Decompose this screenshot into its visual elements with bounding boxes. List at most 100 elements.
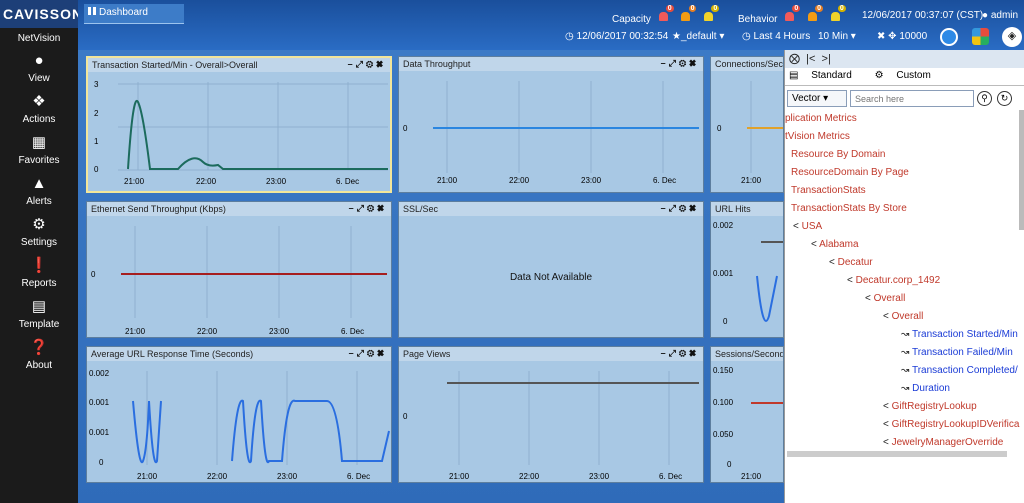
tab-custom[interactable]: ⚙ Custom	[875, 70, 941, 81]
panel-controls[interactable]: –⤢⚙✖	[661, 348, 699, 359]
tree-node[interactable]: TransactionStats	[785, 182, 1021, 200]
panel-title: Connections/Sec	[711, 57, 783, 71]
grid-icon: ▦	[31, 134, 47, 151]
gear-icon: ⚙	[874, 70, 887, 81]
capacity-minor-bell-icon[interactable]: 0	[703, 5, 720, 22]
panel-connections[interactable]: Connections/Sec 0 21:00	[710, 56, 784, 193]
tree-node[interactable]: TransactionStats By Store	[785, 200, 1021, 218]
x-tick: 6. Dec	[336, 177, 359, 186]
panel-data-throughput[interactable]: Data Throughput –⤢⚙✖ 0 21:00 22:00 23:00 …	[398, 56, 704, 193]
panel-page-views[interactable]: Page Views –⤢⚙✖ 0 21:00 22:00 23:00 6. De…	[398, 346, 704, 483]
tree-leaf[interactable]: ↝ Transaction Started/Min	[785, 326, 1021, 344]
panel-title: Sessions/Second	[711, 347, 783, 361]
tree-leaf[interactable]: ↝ Transaction Completed/	[785, 362, 1021, 380]
clock-display[interactable]: ◷ 12/06/2017 00:32:54	[565, 31, 668, 42]
capacity-major-bell-icon[interactable]: 0	[680, 5, 697, 22]
sidebar-item-settings[interactable]: ⚙ Settings	[0, 214, 78, 255]
tree-node[interactable]: < Overall	[785, 308, 1021, 326]
tree-node[interactable]: Resource By Domain	[785, 146, 1021, 164]
product-name: NetVision	[0, 28, 78, 50]
duration-selector[interactable]: ◷ Last 4 Hours	[742, 31, 810, 42]
panel-sessions[interactable]: Sessions/Second 0.150 0.100 0.050 0 21:0…	[710, 346, 784, 483]
tree-list: plication Metrics tVision Metrics Resour…	[785, 110, 1021, 495]
count-selector[interactable]: ✖ ✥ 10000	[877, 31, 927, 42]
tab-label: Dashboard	[99, 7, 148, 18]
panel-controls[interactable]: –⤢⚙✖	[661, 203, 699, 214]
connections-chart: 0 21:00	[717, 81, 783, 185]
panel-title: SSL/Sec –⤢⚙✖	[399, 202, 703, 216]
tree-node[interactable]: tVision Metrics	[785, 128, 1021, 146]
avg-url-response-chart: 0.002 0.001 0.001 0 21:00 22:00 23:00 6.…	[89, 369, 390, 481]
capacity-group[interactable]: Capacity 0 0 0	[612, 5, 720, 25]
sidebar-item-alerts[interactable]: ▲ Alerts	[0, 173, 78, 214]
panel-ssl[interactable]: SSL/Sec –⤢⚙✖ Data Not Available	[398, 201, 704, 338]
sidebar-item-reports[interactable]: ❗ Reports	[0, 255, 78, 296]
tree-leaf[interactable]: ↝ Duration	[785, 380, 1021, 398]
x-tick: 6. Dec	[659, 472, 682, 481]
puzzle-icon: ❖	[32, 93, 46, 110]
tree-node[interactable]: plication Metrics	[785, 110, 1021, 128]
tree-node[interactable]: < JewelryManagerOverride	[785, 434, 1021, 452]
tree-leaf[interactable]: ↝ Transaction Failed/Min	[785, 344, 1021, 362]
layers-icon[interactable]: ◈	[1002, 27, 1022, 47]
x-tick: 21:00	[125, 327, 146, 336]
widgets-icon[interactable]	[972, 28, 989, 45]
close-icon[interactable]: ⨂	[789, 53, 800, 65]
user-menu[interactable]: ● admin	[982, 10, 1018, 21]
sidebar-item-about[interactable]: ❓ About	[0, 337, 78, 378]
panel-controls[interactable]: –⤢⚙✖	[349, 203, 387, 214]
sessions-chart: 0.150 0.100 0.050 0 21:00	[713, 366, 783, 481]
sidebar-item-actions[interactable]: ❖ Actions	[0, 91, 78, 132]
sidebar-item-favorites[interactable]: ▦ Favorites	[0, 132, 78, 173]
refresh-icon[interactable]: ↻	[997, 91, 1012, 106]
tree-node[interactable]: < USA	[785, 218, 1021, 236]
panel-ethernet-send[interactable]: Ethernet Send Throughput (Kbps) –⤢⚙✖ 0 21…	[86, 201, 392, 338]
tab-standard[interactable]: ▤ Standard	[789, 70, 862, 81]
tree-node[interactable]: < Decatur	[785, 254, 1021, 272]
expand-right-icon[interactable]: >|	[818, 53, 831, 65]
x-tick: 6. Dec	[653, 176, 676, 185]
behavior-group[interactable]: Behavior 0 0 0	[738, 5, 846, 25]
panel-controls[interactable]: –⤢⚙✖	[348, 59, 386, 70]
collapse-left-icon[interactable]: |<	[803, 53, 815, 65]
y-tick: 2	[94, 109, 99, 118]
tree-node[interactable]: ResourceDomain By Page	[785, 164, 1021, 182]
sidebar-item-template[interactable]: ▤ Template	[0, 296, 78, 337]
favorite-selector[interactable]: ★_default ▾	[672, 31, 724, 42]
template-icon: ▤	[31, 298, 47, 315]
move-icon: ✥	[888, 31, 900, 42]
panel-url-hits[interactable]: URL Hits 0.002 0.001 0	[710, 201, 784, 338]
dashboard-grid: Transaction Started/Min - Overall>Overal…	[78, 50, 784, 503]
y-tick: 0.002	[713, 221, 734, 230]
layout-icon[interactable]	[940, 28, 958, 46]
panel-controls[interactable]: –⤢⚙✖	[349, 348, 387, 359]
panel-controls[interactable]: –⤢⚙✖	[661, 58, 699, 69]
capacity-critical-bell-icon[interactable]: 0	[658, 5, 674, 22]
interval-selector[interactable]: 10 Min ▾	[818, 31, 856, 42]
panel-avg-url-response[interactable]: Average URL Response Time (Seconds) –⤢⚙✖ …	[86, 346, 392, 483]
series-line	[132, 399, 390, 464]
share-icon: <	[865, 293, 874, 304]
panel-transaction-started[interactable]: Transaction Started/Min - Overall>Overal…	[86, 56, 392, 193]
tree-controls: Vector ▾ ⚲ ↻	[785, 86, 1024, 110]
panel-title: Data Throughput –⤢⚙✖	[399, 57, 703, 71]
x-tick: 21:00	[124, 177, 145, 186]
tree-node[interactable]: < Alabama	[785, 236, 1021, 254]
sidebar-item-view[interactable]: ● View	[0, 50, 78, 91]
tree-node[interactable]: < Overall	[785, 290, 1021, 308]
behavior-critical-bell-icon[interactable]: 0	[784, 5, 801, 22]
vector-dropdown[interactable]: Vector ▾	[787, 90, 847, 107]
tree-node[interactable]: < Decatur.corp_1492	[785, 272, 1021, 290]
tab-dashboard[interactable]: Dashboard	[84, 4, 184, 24]
behavior-major-bell-icon[interactable]: 0	[807, 5, 824, 22]
y-tick: 0	[91, 270, 96, 279]
horizontal-scrollbar[interactable]	[787, 451, 1007, 457]
tree-node[interactable]: < GiftRegistryLookup	[785, 398, 1021, 416]
search-icon[interactable]: ⚲	[977, 91, 992, 106]
vertical-scrollbar[interactable]	[1019, 110, 1024, 230]
x-tick: 6. Dec	[341, 327, 364, 336]
tree-search-input[interactable]	[850, 90, 974, 107]
behavior-minor-bell-icon[interactable]: 0	[830, 5, 846, 22]
tree-node[interactable]: < GiftRegistryLookupIDVerifica	[785, 416, 1021, 434]
y-tick: 0.001	[89, 398, 110, 407]
